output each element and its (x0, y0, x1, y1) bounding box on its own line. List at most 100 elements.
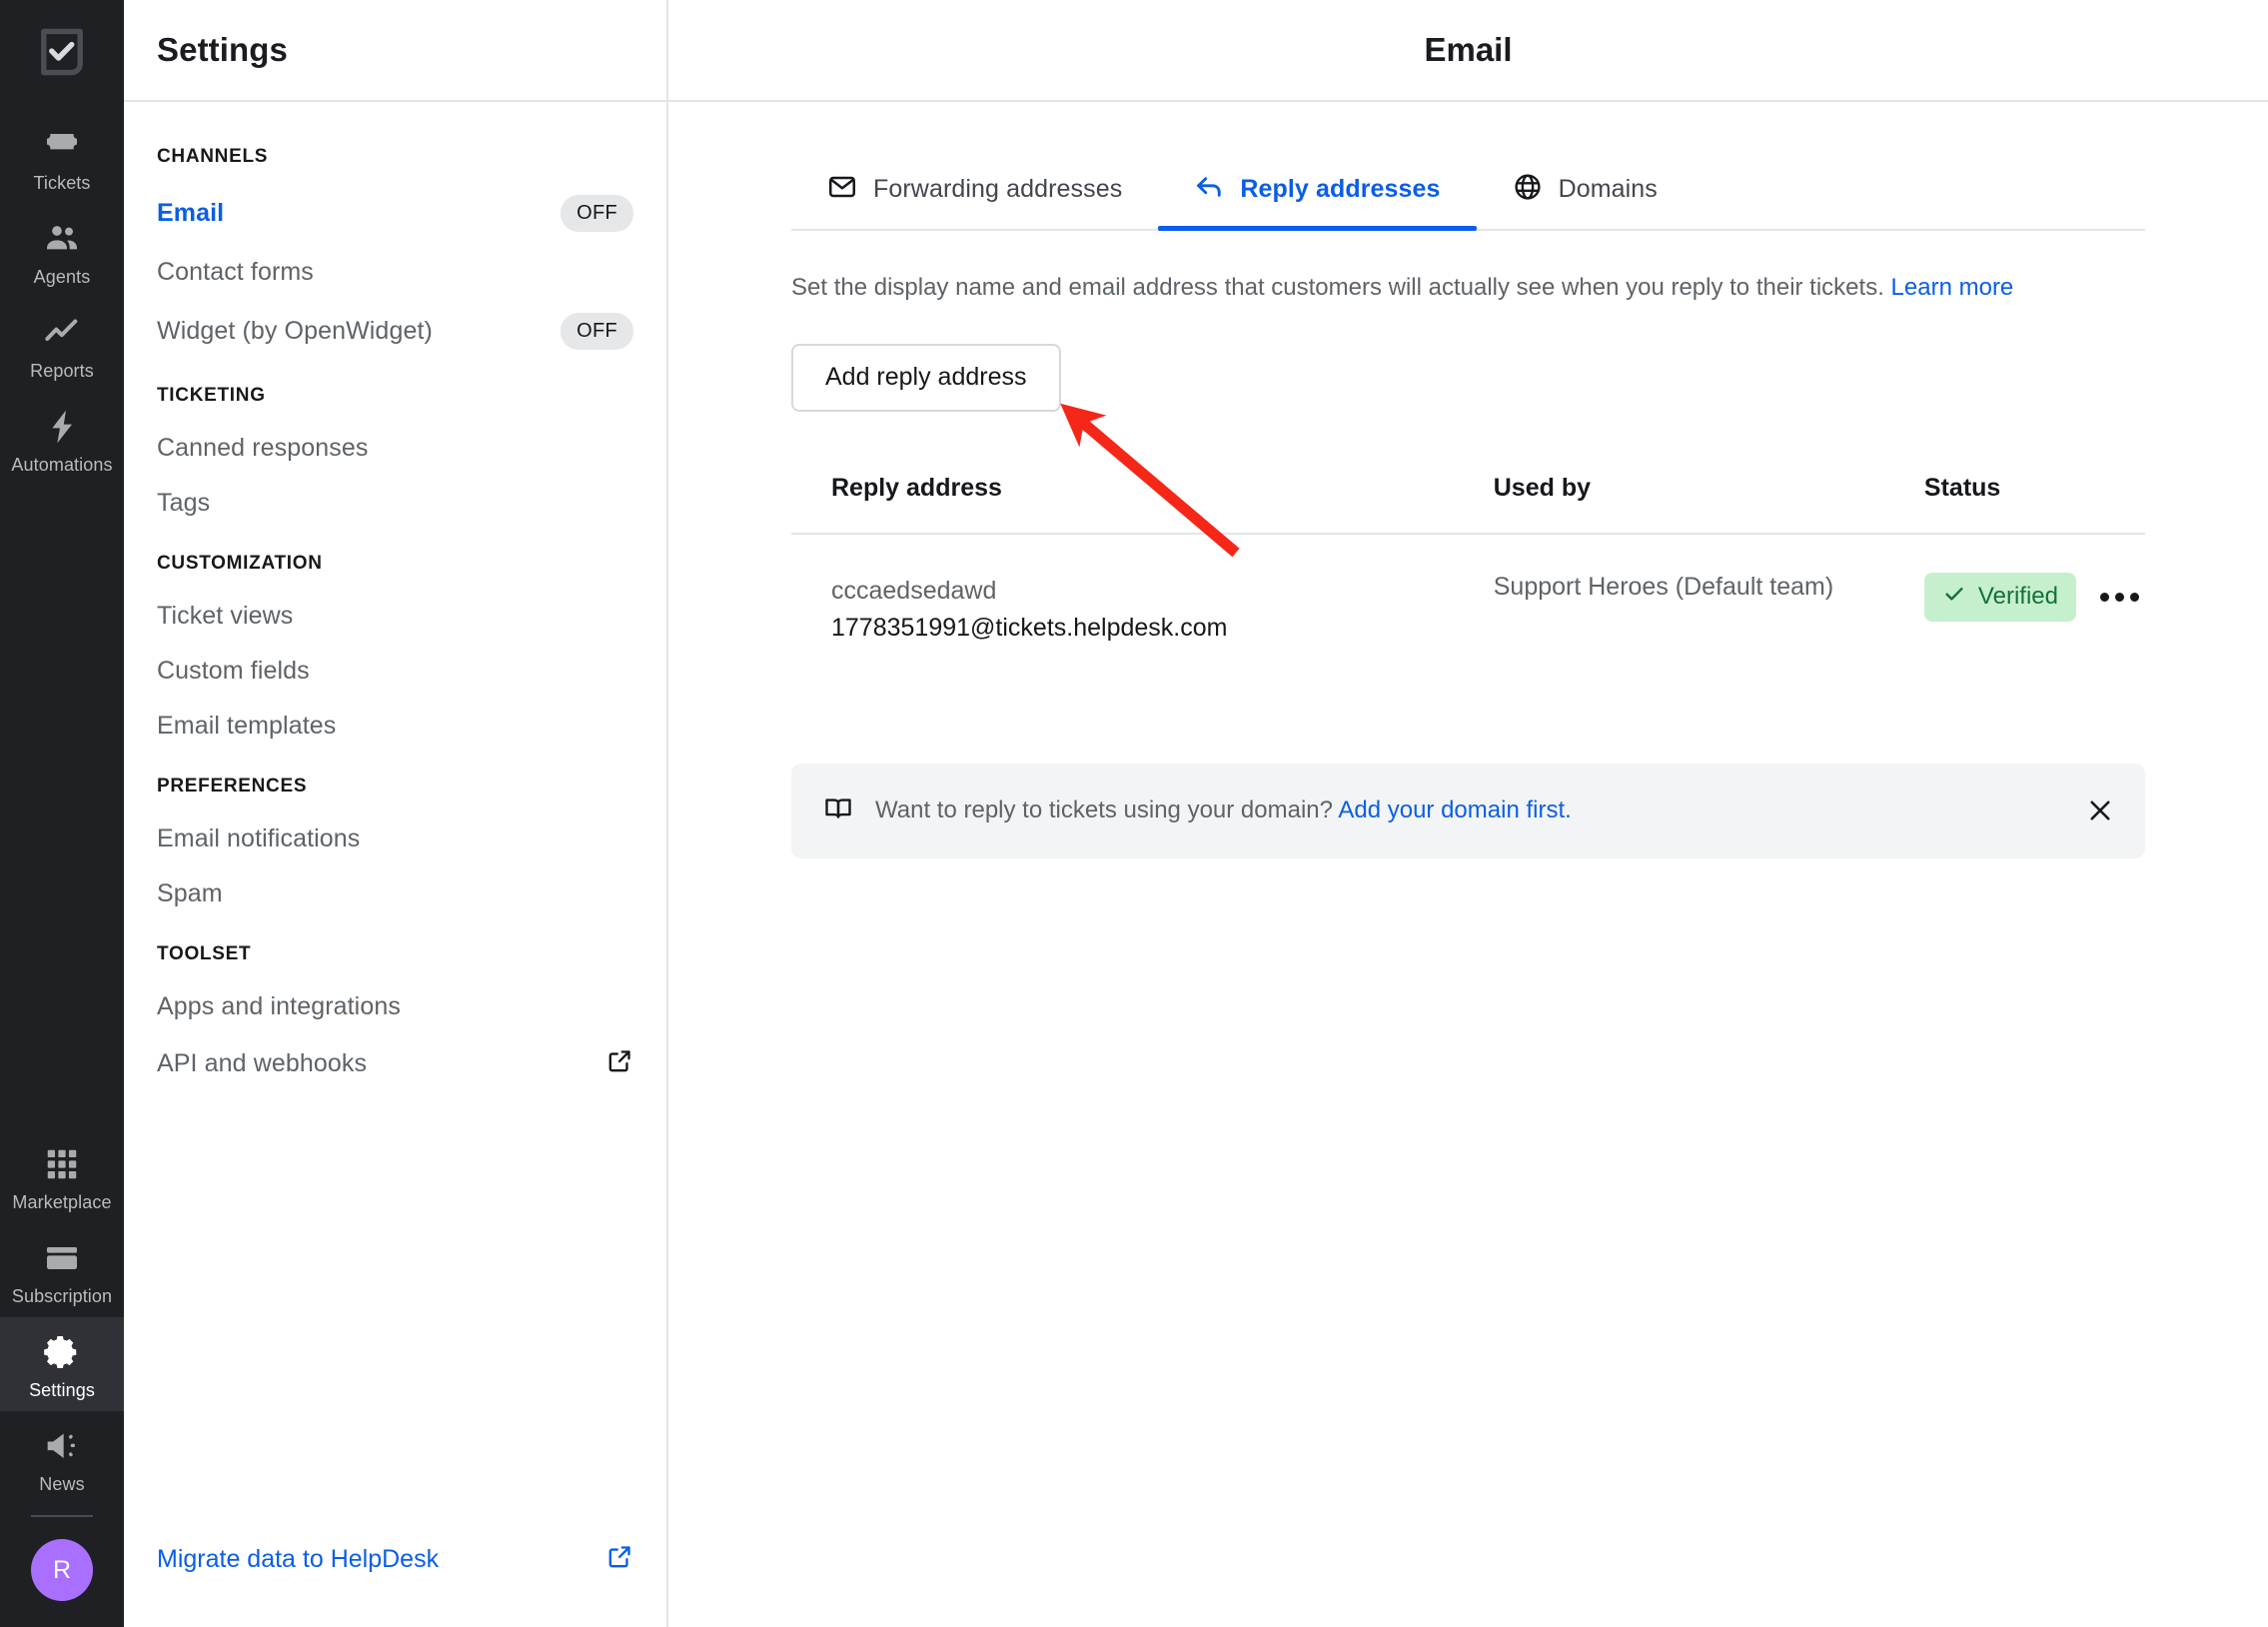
rail-item-settings[interactable]: Settings (0, 1317, 124, 1411)
rail-item-news[interactable]: News (0, 1411, 124, 1505)
sidebar-item-ticket-views[interactable]: Ticket views (124, 589, 666, 644)
sidebar-item-canned-responses[interactable]: Canned responses (124, 421, 666, 476)
sidebar-item-label: Ticket views (157, 602, 294, 630)
marketplace-icon (43, 1143, 81, 1185)
rail-item-agents[interactable]: Agents (0, 204, 124, 298)
reply-addresses-table: Reply address Used by Status cccaedsedaw… (791, 473, 2145, 686)
globe-icon (1513, 172, 1543, 207)
sidebar-item-apps-and-integrations[interactable]: Apps and integrations (124, 979, 666, 1034)
tab-forwarding-addresses[interactable]: Forwarding addresses (791, 164, 1158, 229)
check-icon (1942, 582, 1966, 613)
tab-reply-addresses[interactable]: Reply addresses (1158, 164, 1477, 231)
nav-group-label-toolset: TOOLSET (157, 943, 252, 964)
sidebar-item-label: Email templates (157, 712, 337, 740)
reports-icon (42, 312, 82, 354)
cell-used-by: Support Heroes (Default team) (1494, 534, 1924, 686)
sidebar-item-spam[interactable]: Spam (124, 866, 666, 921)
main-body: Forwarding addresses Reply addresses Dom… (668, 102, 2268, 1627)
sidebar-item-label: Tags (157, 489, 211, 517)
settings-sidebar-footer: Migrate data to HelpDesk (124, 1543, 666, 1627)
sidebar-item-label: Email notifications (157, 824, 361, 852)
sidebar-item-widget[interactable]: Widget (by OpenWidget) OFF (124, 300, 666, 363)
rail-item-label: Subscription (11, 1286, 113, 1306)
learn-more-link[interactable]: Learn more (1891, 274, 2014, 301)
sidebar-item-api-and-webhooks[interactable]: API and webhooks (124, 1034, 666, 1092)
status-badge-off: OFF (561, 313, 633, 350)
main-header: Email (668, 0, 2268, 102)
status-badge-label: Verified (1977, 583, 2058, 611)
rail-item-label: Settings (29, 1380, 95, 1400)
page-title: Settings (157, 31, 288, 68)
table-header: Reply address Used by Status (791, 473, 2145, 535)
table-row[interactable]: cccaedsedawd 1778351991@tickets.helpdesk… (791, 534, 2145, 686)
tab-label: Forwarding addresses (873, 175, 1123, 203)
domain-hint-banner: Want to reply to tickets using your doma… (791, 763, 2145, 858)
nav-group-label-customization: CUSTOMIZATION (157, 553, 323, 574)
status-badge-off: OFF (561, 195, 633, 232)
book-icon (823, 794, 853, 828)
rail-item-subscription[interactable]: Subscription (0, 1223, 124, 1317)
sidebar-item-email-templates[interactable]: Email templates (124, 699, 666, 754)
table-body: cccaedsedawd 1778351991@tickets.helpdesk… (791, 534, 2145, 686)
settings-nav-list: CHANNELS Email OFF Contact forms Widget … (124, 102, 666, 1543)
reply-address-email: 1778351991@tickets.helpdesk.com (831, 614, 1228, 643)
add-reply-address-button[interactable]: Add reply address (791, 343, 1061, 412)
sidebar-item-label: API and webhooks (157, 1048, 368, 1077)
sidebar-item-tags[interactable]: Tags (124, 476, 666, 531)
agents-icon (42, 218, 82, 260)
sidebar-item-email-notifications[interactable]: Email notifications (124, 812, 666, 866)
sidebar-item-contact-forms[interactable]: Contact forms (124, 245, 666, 300)
sidebar-item-label: Widget (by OpenWidget) (157, 317, 433, 345)
rail-item-tickets[interactable]: Tickets (0, 110, 124, 204)
sidebar-item-label: Spam (157, 879, 223, 907)
rail-item-label: News (39, 1474, 85, 1494)
banner-message: Want to reply to tickets using your doma… (875, 797, 1333, 824)
gear-icon (42, 1331, 82, 1373)
sidebar-item-label: Email (157, 199, 225, 227)
tab-label: Domains (1558, 175, 1658, 203)
kebab-menu-icon[interactable] (2094, 585, 2145, 610)
reply-address-display-name: cccaedsedawd (831, 576, 997, 605)
main-page-title: Email (1424, 31, 1513, 68)
status-cell: Verified (1923, 572, 2145, 622)
add-domain-link[interactable]: Add your domain first. (1338, 797, 1571, 823)
rail-item-label: Agents (33, 267, 91, 287)
sidebar-item-label: Apps and integrations (157, 992, 401, 1020)
external-link-icon (606, 1543, 633, 1575)
description-text: Set the display name and email address t… (791, 274, 1884, 301)
helpdesk-checkbox-logo[interactable] (32, 22, 92, 82)
settings-sidebar-header: Settings (124, 0, 666, 102)
rail-item-automations[interactable]: Automations (0, 392, 124, 486)
main-content: Email Forwarding addresses Reply address… (668, 0, 2268, 1627)
tab-domains[interactable]: Domains (1477, 164, 1694, 229)
migrate-data-link[interactable]: Migrate data to HelpDesk (157, 1543, 633, 1575)
sidebar-item-email[interactable]: Email OFF (124, 182, 666, 245)
status-badge-verified: Verified (1923, 572, 2076, 622)
avatar[interactable]: R (31, 1539, 93, 1601)
sidebar-item-label: Custom fields (157, 657, 310, 685)
rail-item-label: Tickets (33, 173, 91, 193)
rail-divider (31, 1515, 93, 1517)
settings-sidebar: Settings CHANNELS Email OFF Contact form… (124, 0, 668, 1627)
tab-label: Reply addresses (1240, 175, 1441, 203)
primary-nav-rail: Tickets Agents Reports Automations Marke… (0, 0, 124, 1627)
nav-group-label-channels: CHANNELS (157, 146, 269, 167)
used-by-value: Support Heroes (Default team) (1493, 572, 1834, 601)
rail-item-reports[interactable]: Reports (0, 298, 124, 392)
envelope-icon (827, 172, 857, 207)
column-header-reply-address: Reply address (791, 473, 1494, 535)
nav-group-label-ticketing: TICKETING (157, 385, 266, 406)
tab-bar: Forwarding addresses Reply addresses Dom… (791, 164, 2145, 231)
app-root: Tickets Agents Reports Automations Marke… (0, 0, 2268, 1627)
close-icon[interactable] (2085, 796, 2115, 825)
external-link-icon (606, 1047, 633, 1079)
rail-item-label: Automations (11, 455, 113, 475)
nav-group-label-preferences: PREFERENCES (157, 776, 308, 797)
section-description: Set the display name and email address t… (791, 271, 2145, 306)
column-header-status: Status (1923, 473, 2145, 535)
migrate-data-label: Migrate data to HelpDesk (157, 1544, 440, 1573)
reply-arrow-icon (1194, 172, 1224, 207)
rail-item-marketplace[interactable]: Marketplace (0, 1129, 124, 1223)
sidebar-item-custom-fields[interactable]: Custom fields (124, 644, 666, 699)
content-wrapper: Forwarding addresses Reply addresses Dom… (791, 102, 2145, 858)
